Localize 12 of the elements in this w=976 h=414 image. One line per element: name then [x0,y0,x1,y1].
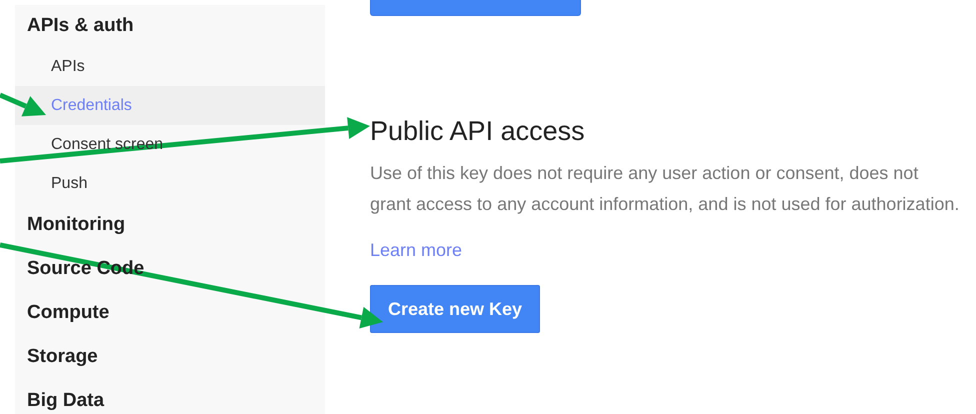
nav-section[interactable]: Compute [15,291,325,335]
create-key-button[interactable]: Create new Key [370,285,540,333]
section-heading: Public API access [370,116,585,146]
nav-item[interactable]: Push [15,164,325,203]
nav-section[interactable]: Big Data [15,379,325,414]
nav-item[interactable]: APIs [15,47,325,86]
nav-section[interactable]: APIs & auth [15,5,325,47]
nav-section[interactable]: Storage [15,335,325,379]
learn-more-link[interactable]: Learn more [370,235,462,265]
button[interactable] [370,0,581,16]
description: Use of this key does not require any user action or consent, does not grant access to any account information, and is not used for authorization. [370,162,960,216]
nav-section[interactable]: Monitoring [15,203,325,247]
